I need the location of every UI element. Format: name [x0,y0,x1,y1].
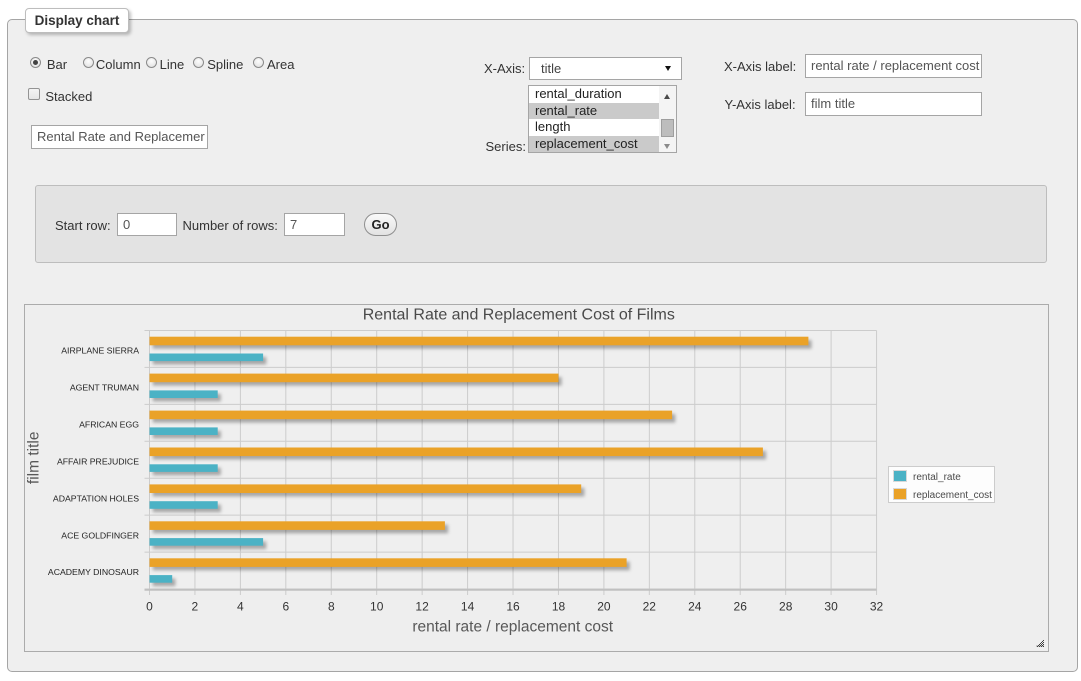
svg-text:30: 30 [824,599,838,613]
svg-text:ACE GOLDFINGER: ACE GOLDFINGER [61,530,139,540]
svg-text:AFFAIR PREJUDICE: AFFAIR PREJUDICE [57,457,139,467]
svg-text:12: 12 [415,599,429,613]
svg-text:Rental Rate and Replacement Co: Rental Rate and Replacement Cost of Film… [363,306,675,323]
svg-text:rental_rate: rental_rate [913,472,961,483]
svg-text:AIRPLANE SIERRA: AIRPLANE SIERRA [61,346,139,356]
svg-text:8: 8 [328,599,335,613]
svg-text:rental rate / replacement cost: rental rate / replacement cost [412,619,613,636]
svg-text:14: 14 [461,599,475,613]
svg-text:20: 20 [597,599,611,613]
svg-text:2: 2 [192,599,199,613]
svg-text:4: 4 [237,599,244,613]
svg-text:28: 28 [779,599,793,613]
svg-text:26: 26 [734,599,748,613]
svg-text:film title: film title [26,432,43,485]
svg-text:10: 10 [370,599,384,613]
svg-text:18: 18 [552,599,566,613]
svg-text:replacement_cost: replacement_cost [913,490,992,501]
svg-text:AFRICAN EGG: AFRICAN EGG [79,420,139,430]
svg-text:32: 32 [870,599,884,613]
svg-text:6: 6 [282,599,289,613]
svg-text:24: 24 [688,599,702,613]
svg-text:0: 0 [146,599,153,613]
svg-text:16: 16 [506,599,520,613]
svg-text:AGENT TRUMAN: AGENT TRUMAN [70,383,139,393]
svg-text:22: 22 [643,599,657,613]
svg-text:ACADEMY DINOSAUR: ACADEMY DINOSAUR [48,567,139,577]
svg-text:ADAPTATION HOLES: ADAPTATION HOLES [53,493,139,503]
